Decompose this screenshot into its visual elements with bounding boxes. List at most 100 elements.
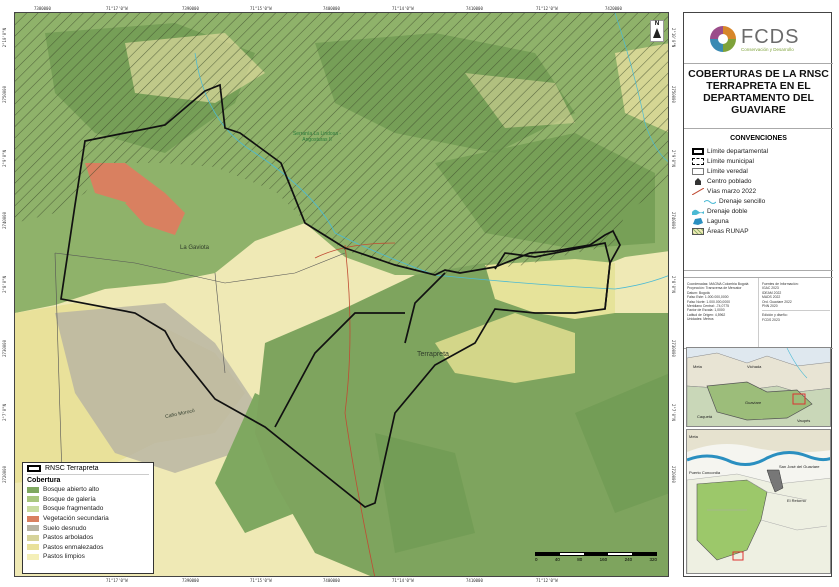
scale-tick: 320 bbox=[649, 557, 657, 562]
label-terrapreta: Terrapreta bbox=[417, 351, 449, 358]
locator-map-department: Meta Vichada Guaviare Caquetá Vaupés bbox=[686, 347, 831, 427]
map-metadata: Coordenadas: MAGNA Colombia Bogotá Proye… bbox=[684, 277, 833, 349]
double-stream-icon bbox=[692, 208, 704, 215]
convention-item: Límite municipal bbox=[684, 156, 833, 166]
coord-label: 2750000 bbox=[671, 86, 676, 103]
legend-item: Pastos arbolados bbox=[27, 533, 149, 543]
inset-label-puerto-concordia: Puerto Concordia bbox=[689, 470, 721, 475]
coord-label: 2°7'0"N bbox=[671, 404, 676, 421]
legend-item: Bosque de galería bbox=[27, 495, 149, 505]
coord-label: 71°17'0"W bbox=[106, 6, 128, 11]
legend-item-label: Vegetación secundaria bbox=[43, 515, 109, 523]
legend-item-label: Bosque de galería bbox=[43, 495, 96, 503]
scale-bar: 0 40 80 160 240 320 bbox=[535, 552, 657, 568]
legend-item-label: Bosque abierto alto bbox=[43, 486, 100, 494]
north-arrow: N bbox=[650, 20, 664, 42]
convention-item: Drenaje sencillo bbox=[684, 196, 833, 206]
scale-tick: 0 bbox=[535, 557, 538, 562]
locator-map-municipal: Meta San José del Guaviare El Retorno Pu… bbox=[686, 429, 831, 574]
coord-label: 71°14'0"W bbox=[392, 6, 414, 11]
metadata-projection: Coordenadas: MAGNA Colombia Bogotá Proye… bbox=[684, 278, 758, 348]
convention-label: Vías marzo 2022 bbox=[707, 187, 757, 195]
settlement-icon bbox=[692, 177, 704, 185]
conventions-title: CONVENCIONES bbox=[730, 135, 787, 142]
coord-label: 2750000 bbox=[2, 86, 7, 103]
coverage-legend: RNSC Terrapreta Cobertura Bosque abierto… bbox=[22, 462, 154, 574]
fcds-logo-mark bbox=[709, 25, 737, 53]
convention-item: Vías marzo 2022 bbox=[684, 186, 833, 196]
convention-item: Límite veredal bbox=[684, 166, 833, 176]
rnsc-boundary-swatch bbox=[27, 465, 41, 472]
inset-label-san-jose: San José del Guaviare bbox=[779, 464, 820, 469]
convention-label: Límite departamental bbox=[707, 147, 769, 155]
coord-label: 7390000 bbox=[182, 6, 199, 11]
runap-hatch-icon bbox=[692, 227, 704, 235]
inset-label-vaupes: Vaupés bbox=[797, 418, 811, 423]
convention-label: Áreas RUNAP bbox=[707, 227, 749, 235]
label-runap-area: Serranía La Lindosa - Angosturas II bbox=[292, 131, 342, 143]
convention-label: Límite veredal bbox=[707, 167, 748, 175]
info-panel: FCDS Conservación y Desarrollo COBERTURA… bbox=[683, 12, 833, 577]
legend-swatch bbox=[27, 486, 39, 493]
coord-label: 71°12'0"W bbox=[536, 578, 558, 583]
coord-label: 71°14'0"W bbox=[392, 578, 414, 583]
meta-line: Unidades: Metros bbox=[687, 317, 714, 322]
coord-label: 2°9'0"N bbox=[2, 150, 7, 167]
legend-swatch bbox=[27, 496, 39, 503]
inset-label-vichada: Vichada bbox=[747, 364, 762, 369]
scale-tick: 80 bbox=[577, 557, 583, 562]
coord-label: 7390000 bbox=[182, 578, 199, 583]
convention-item: Drenaje doble bbox=[684, 206, 833, 216]
coord-label: 7420000 bbox=[605, 6, 622, 11]
coord-label: 2740000 bbox=[671, 212, 676, 229]
coord-label: 7380000 bbox=[34, 6, 51, 11]
legend-item: Suelo desnudo bbox=[27, 523, 149, 533]
convention-label: Límite municipal bbox=[707, 157, 754, 165]
north-arrow-icon bbox=[653, 28, 661, 38]
map-sheet: 7380000 71°17'0"W 7390000 71°15'0"W 7400… bbox=[0, 0, 839, 587]
coord-label: 7410000 bbox=[466, 6, 483, 11]
coord-label: 2°9'0"N bbox=[671, 150, 676, 167]
fcds-logo: FCDS Conservación y Desarrollo bbox=[708, 19, 818, 59]
coord-label: 2740000 bbox=[2, 212, 7, 229]
north-letter: N bbox=[654, 21, 660, 27]
coord-label: 2°7'0"N bbox=[2, 404, 7, 421]
legend-swatch bbox=[27, 525, 39, 532]
legend-item-label: Pastos enmalezados bbox=[43, 543, 104, 551]
coord-label: 2°10'0"N bbox=[2, 28, 7, 48]
legend-item: Bosque fragmentado bbox=[27, 504, 149, 514]
convention-label: Drenaje sencillo bbox=[719, 197, 766, 205]
legend-item-label: Suelo desnudo bbox=[43, 524, 87, 532]
legend-swatch bbox=[27, 544, 39, 551]
coord-label: 71°15'0"W bbox=[250, 6, 272, 11]
road-icon bbox=[691, 187, 705, 195]
coord-label: 2730000 bbox=[671, 340, 676, 357]
fcds-subtitle: Conservación y Desarrollo bbox=[741, 46, 794, 52]
scale-tick: 240 bbox=[624, 557, 633, 562]
legend-cobertura-title: Cobertura bbox=[27, 477, 61, 484]
legend-rnsc-label: RNSC Terrapreta bbox=[45, 465, 99, 472]
legend-swatch bbox=[27, 515, 39, 522]
dept-boundary-icon bbox=[692, 147, 704, 155]
convention-label: Drenaje doble bbox=[707, 207, 748, 215]
legend-item-label: Pastos limpios bbox=[43, 553, 85, 561]
scale-bar-ticks: 0 40 80 160 240 320 bbox=[535, 557, 657, 562]
coord-label: 2°8'0"N bbox=[671, 276, 676, 293]
legend-swatch bbox=[27, 505, 39, 512]
convention-item: Áreas RUNAP bbox=[684, 226, 833, 236]
legend-item: Vegetación secundaria bbox=[27, 514, 149, 524]
convention-label: Centro poblado bbox=[707, 177, 752, 185]
legend-item: Pastos enmalezados bbox=[27, 543, 149, 553]
convention-item: Centro poblado bbox=[684, 176, 833, 186]
convention-item: Laguna bbox=[684, 216, 833, 226]
coord-label: 71°12'0"W bbox=[536, 6, 558, 11]
inset-label-caqueta: Caquetá bbox=[697, 414, 713, 419]
locator-municipal-canvas bbox=[687, 430, 830, 573]
inset-label-meta: Meta bbox=[693, 364, 702, 369]
legend-item: Pastos limpios bbox=[27, 552, 149, 562]
metadata-sources: Fuentes de Información: IGAC 2023 IDEAM … bbox=[758, 278, 833, 348]
inset-label-el-retorno: El Retorno bbox=[787, 498, 806, 503]
coord-label: 71°15'0"W bbox=[250, 578, 272, 583]
convention-item: Límite departamental bbox=[684, 146, 833, 156]
legend-swatch bbox=[27, 553, 39, 560]
